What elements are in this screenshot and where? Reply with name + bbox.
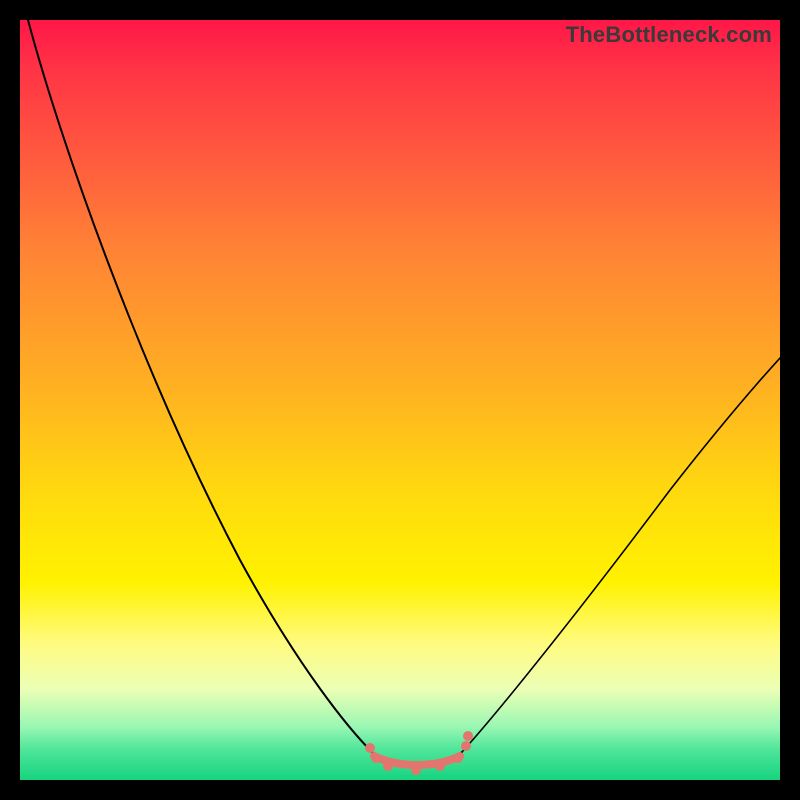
marker-dot — [411, 765, 421, 775]
marker-dot — [463, 731, 473, 741]
marker-dot — [371, 753, 381, 763]
marker-dot — [383, 761, 393, 771]
marker-dot — [461, 741, 471, 751]
marker-dot — [453, 753, 463, 763]
curve-left-branch — [28, 20, 372, 752]
marker-dot — [365, 743, 375, 753]
curve-svg — [20, 20, 780, 780]
marker-dot — [435, 761, 445, 771]
curve-right-branch — [462, 358, 780, 752]
bottleneck-chart: TheBottleneck.com — [20, 20, 780, 780]
